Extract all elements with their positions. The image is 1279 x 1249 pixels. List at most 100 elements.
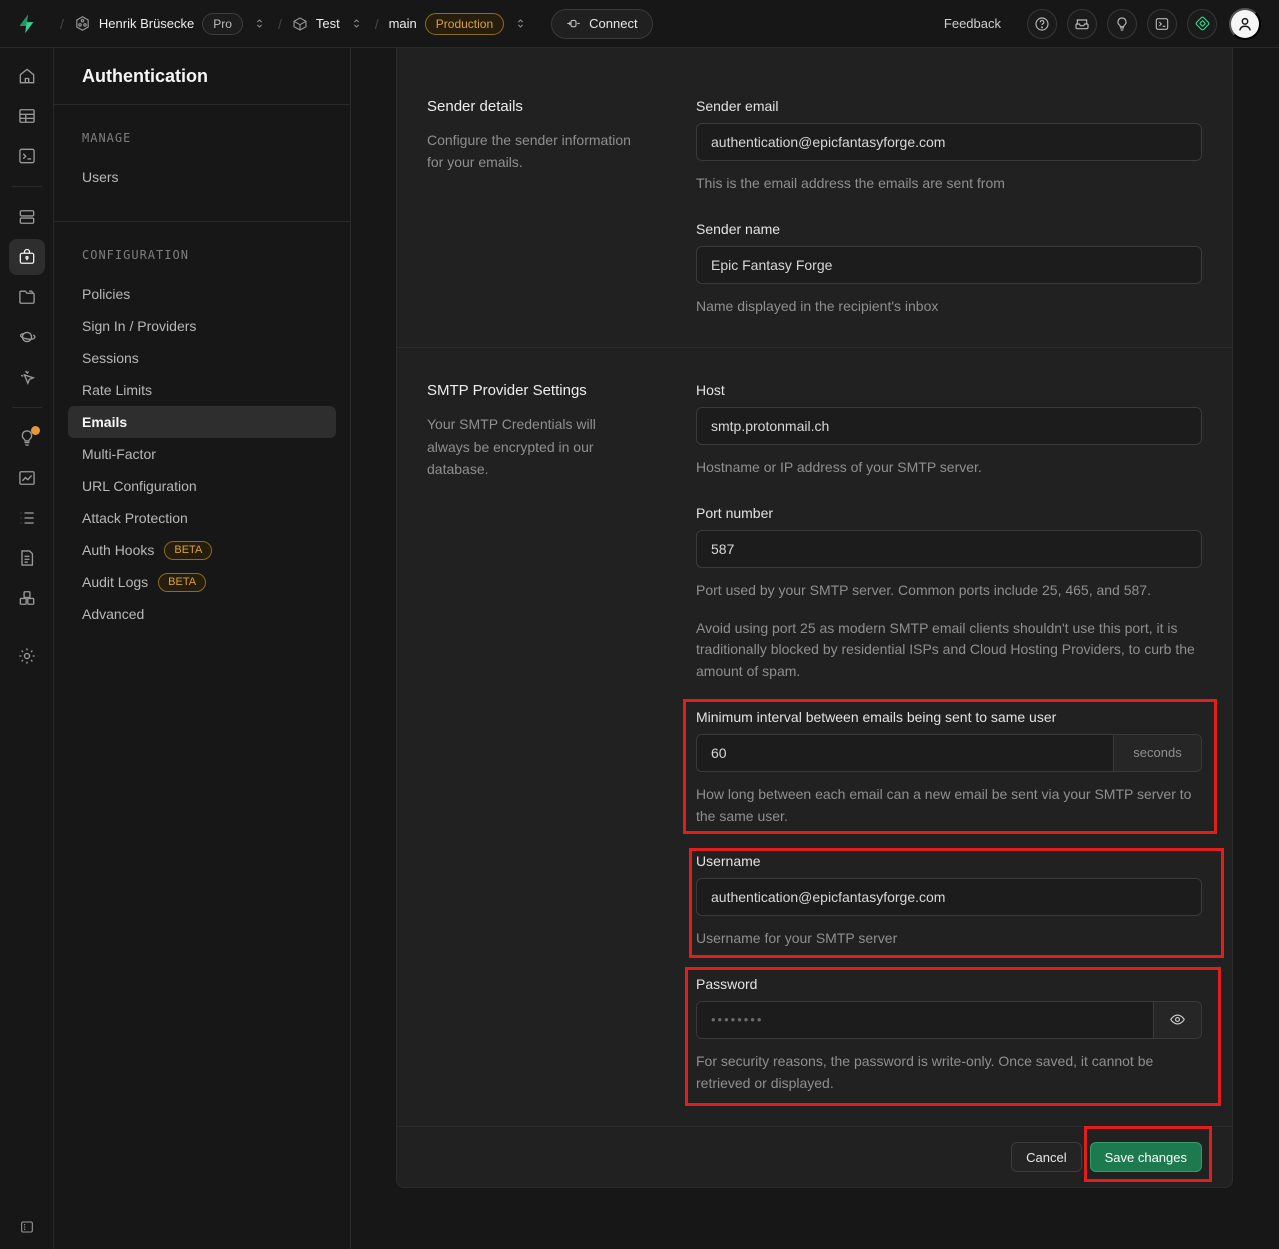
sidebar-item-label: Sessions <box>82 350 139 366</box>
logs-icon[interactable] <box>9 500 45 536</box>
table-editor-icon[interactable] <box>9 98 45 134</box>
sidebar-item-policies[interactable]: Policies <box>68 278 336 310</box>
reports-icon[interactable] <box>9 460 45 496</box>
breadcrumb-separator: / <box>375 16 379 32</box>
host-input[interactable] <box>696 407 1202 445</box>
top-bar: / Henrik Brüsecke Pro / Test / main Prod… <box>0 0 1279 48</box>
org-switcher-chevron-icon[interactable] <box>251 15 268 32</box>
seconds-unit-addon: seconds <box>1113 735 1201 771</box>
breadcrumb-org[interactable]: Henrik Brüsecke Pro <box>74 13 243 35</box>
port-field-group: Port number Port used by your SMTP serve… <box>696 505 1202 683</box>
feedback-button[interactable]: Feedback <box>944 16 1001 31</box>
lightbulb-icon[interactable] <box>1107 9 1137 39</box>
panel-toggle-icon[interactable] <box>13 1213 41 1241</box>
card-footer: Cancel Save changes <box>397 1126 1232 1187</box>
beta-badge: BETA <box>164 541 212 560</box>
sql-editor-icon[interactable] <box>9 138 45 174</box>
auth-sidebar: Authentication MANAGE Users CONFIGURATIO… <box>54 48 351 1249</box>
plan-badge: Pro <box>202 13 243 35</box>
notification-dot <box>31 426 40 435</box>
settings-icon[interactable] <box>9 638 45 674</box>
sidebar-item-url-configuration[interactable]: URL Configuration <box>68 470 336 502</box>
section-heading: Sender details <box>427 98 666 115</box>
password-field-group: Password For security reasons, the passw… <box>696 976 1202 1094</box>
sidebar-item-label: Policies <box>82 286 130 302</box>
min-interval-label: Minimum interval between emails being se… <box>696 709 1202 725</box>
sidebar-item-label: Multi-Factor <box>82 446 156 462</box>
username-field-group: Username Username for your SMTP server <box>696 853 1202 950</box>
beta-badge: BETA <box>158 573 206 592</box>
username-helper: Username for your SMTP server <box>696 928 1202 950</box>
sender-name-label: Sender name <box>696 221 1202 237</box>
port-25-note: Avoid using port 25 as modern SMTP email… <box>696 618 1202 683</box>
database-icon[interactable] <box>9 199 45 235</box>
breadcrumb-separator: / <box>278 16 282 32</box>
branch-name: main <box>389 16 417 31</box>
storage-icon[interactable] <box>9 279 45 315</box>
section-description: Your SMTP Credentials will always be enc… <box>427 413 642 480</box>
terminal-icon[interactable] <box>1147 9 1177 39</box>
sidebar-item-label: Auth Hooks <box>82 542 154 558</box>
cancel-button[interactable]: Cancel <box>1011 1142 1081 1172</box>
home-icon[interactable] <box>9 58 45 94</box>
sidebar-item-attack-protection[interactable]: Attack Protection <box>68 502 336 534</box>
integrations-icon[interactable] <box>9 580 45 616</box>
org-name: Henrik Brüsecke <box>99 16 194 31</box>
section-label-configuration: CONFIGURATION <box>68 248 336 262</box>
realtime-icon[interactable] <box>9 359 45 395</box>
sidebar-item-advanced[interactable]: Advanced <box>68 598 336 630</box>
sender-name-helper: Name displayed in the recipient's inbox <box>696 296 1202 318</box>
password-input[interactable] <box>697 1002 1153 1038</box>
password-label: Password <box>696 976 1202 992</box>
sidebar-item-audit-logs[interactable]: Audit Logs BETA <box>68 566 336 598</box>
sidebar-item-signin-providers[interactable]: Sign In / Providers <box>68 310 336 342</box>
plug-icon <box>566 16 581 31</box>
avatar[interactable] <box>1229 8 1261 40</box>
username-input[interactable] <box>696 878 1202 916</box>
sidebar-item-label: Audit Logs <box>82 574 148 590</box>
reveal-password-eye-icon[interactable] <box>1153 1002 1201 1038</box>
advisors-icon[interactable] <box>9 420 45 456</box>
breadcrumb-separator: / <box>60 16 64 32</box>
sidebar-item-label: Rate Limits <box>82 382 152 398</box>
save-changes-button[interactable]: Save changes <box>1090 1142 1202 1172</box>
section-description: Configure the sender information for you… <box>427 129 642 174</box>
sidebar-item-sessions[interactable]: Sessions <box>68 342 336 374</box>
port-helper: Port used by your SMTP server. Common po… <box>696 580 1202 602</box>
sidebar-item-multi-factor[interactable]: Multi-Factor <box>68 438 336 470</box>
assistant-icon[interactable] <box>1187 9 1217 39</box>
sender-email-input[interactable] <box>696 123 1202 161</box>
connect-button[interactable]: Connect <box>551 9 652 39</box>
sender-details-section: Sender details Configure the sender info… <box>397 48 1232 347</box>
sidebar-item-emails[interactable]: Emails <box>68 406 336 438</box>
edge-functions-icon[interactable] <box>9 319 45 355</box>
sidebar-item-auth-hooks[interactable]: Auth Hooks BETA <box>68 534 336 566</box>
api-docs-icon[interactable] <box>9 540 45 576</box>
supabase-logo-icon[interactable] <box>16 13 38 35</box>
sender-name-input[interactable] <box>696 246 1202 284</box>
authentication-icon[interactable] <box>9 239 45 275</box>
environment-badge: Production <box>425 13 504 35</box>
connect-label: Connect <box>589 16 637 31</box>
breadcrumb-branch[interactable]: main Production <box>389 13 505 35</box>
sidebar-item-label: Emails <box>82 414 127 430</box>
sidebar-item-users[interactable]: Users <box>68 161 336 193</box>
inbox-icon[interactable] <box>1067 9 1097 39</box>
sidebar-item-label: Sign In / Providers <box>82 318 196 334</box>
sidebar-item-rate-limits[interactable]: Rate Limits <box>68 374 336 406</box>
emails-settings-card: Sender details Configure the sender info… <box>396 48 1233 1188</box>
branch-switcher-chevron-icon[interactable] <box>512 15 529 32</box>
sidebar-item-label: Users <box>82 169 119 185</box>
min-interval-input[interactable] <box>697 735 1113 771</box>
project-name: Test <box>316 16 340 31</box>
smtp-settings-section: SMTP Provider Settings Your SMTP Credent… <box>397 347 1232 1126</box>
sender-email-label: Sender email <box>696 98 1202 114</box>
project-switcher-chevron-icon[interactable] <box>348 15 365 32</box>
section-heading: SMTP Provider Settings <box>427 382 666 399</box>
help-icon[interactable] <box>1027 9 1057 39</box>
rail-divider <box>12 186 42 187</box>
breadcrumb-project[interactable]: Test <box>292 16 340 32</box>
sidebar-item-label: Attack Protection <box>82 510 188 526</box>
host-helper: Hostname or IP address of your SMTP serv… <box>696 457 1202 479</box>
port-input[interactable] <box>696 530 1202 568</box>
